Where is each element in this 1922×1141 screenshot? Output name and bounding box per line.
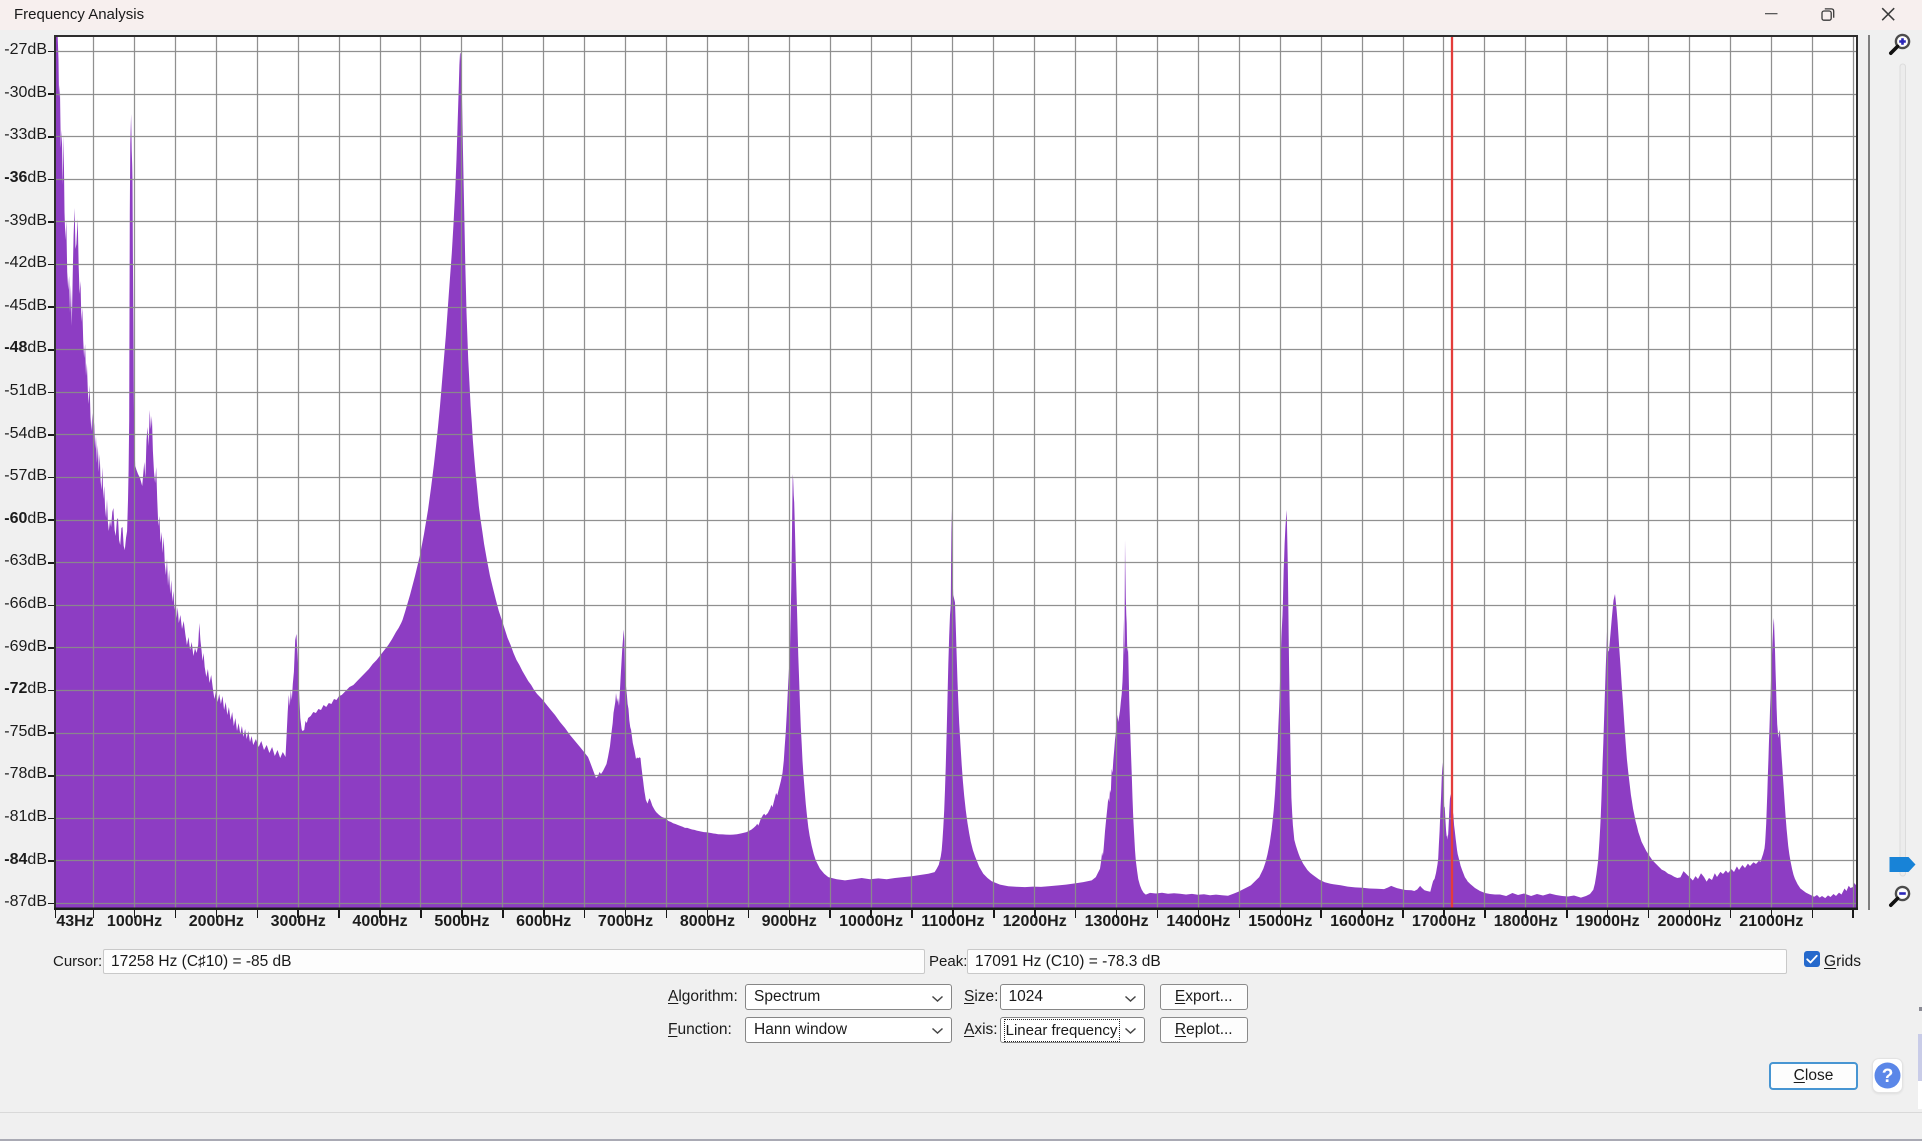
svg-text:?: ? (1882, 1066, 1894, 1087)
